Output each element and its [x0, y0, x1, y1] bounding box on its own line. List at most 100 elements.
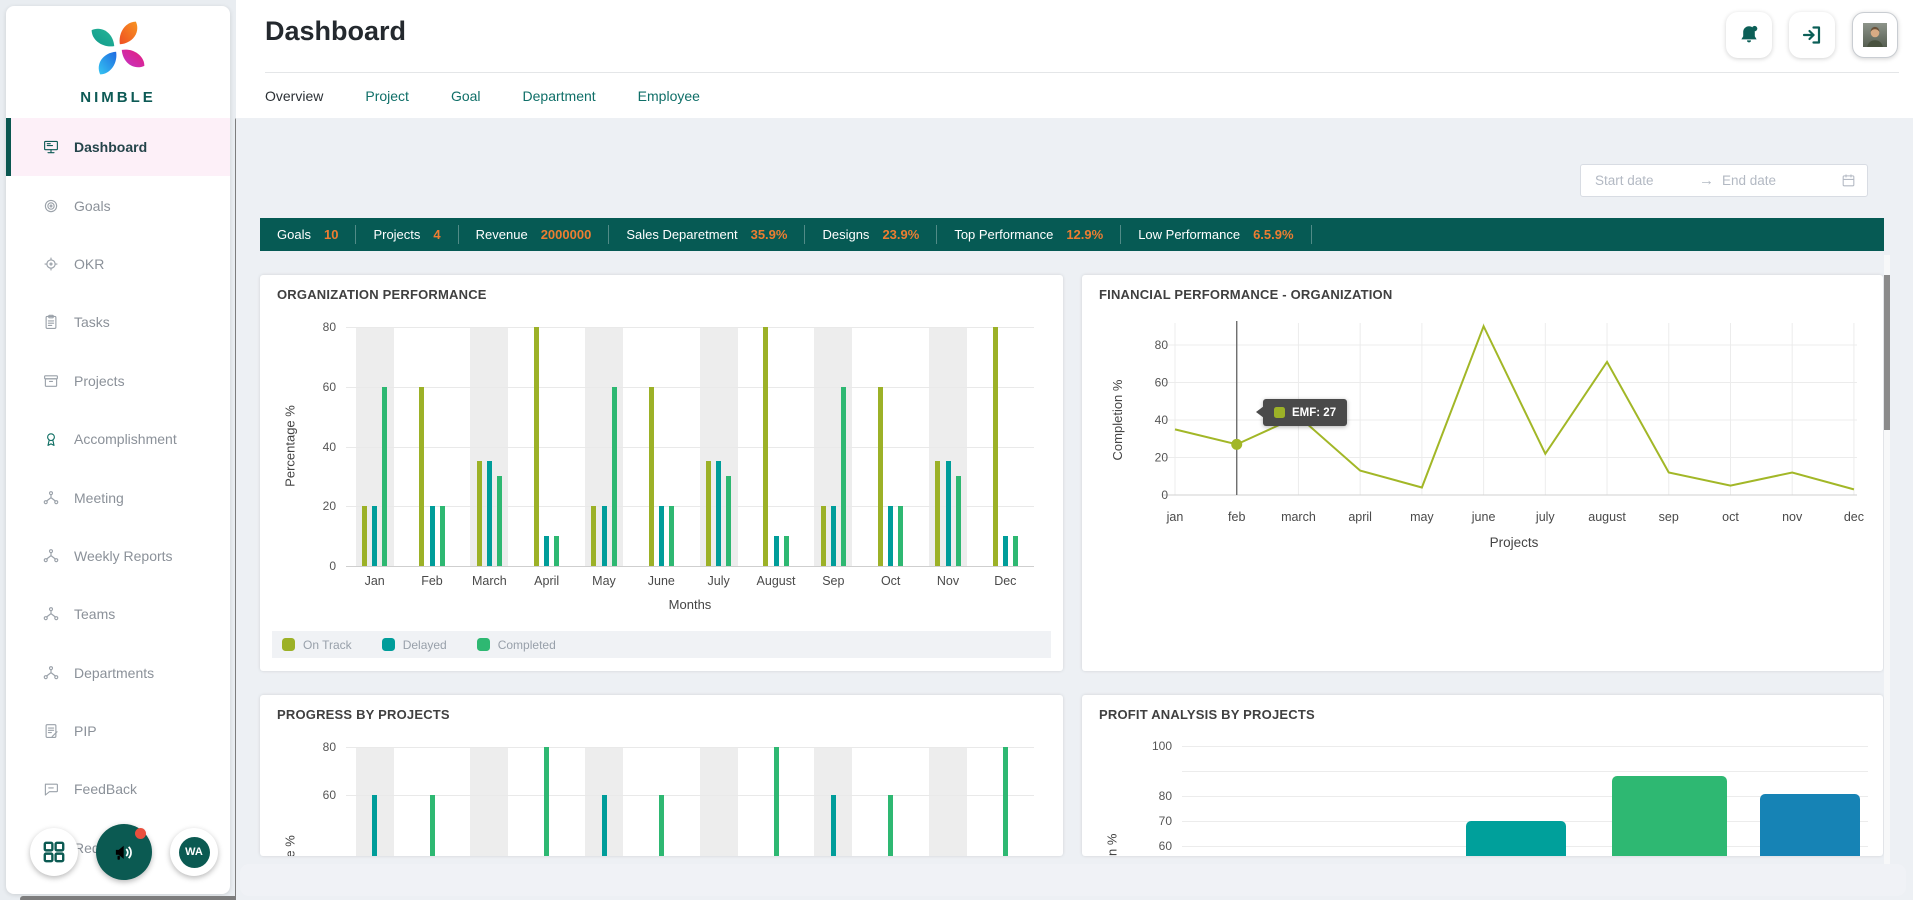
- sidebar-item-goals[interactable]: Goals: [6, 176, 230, 234]
- bar-on-track[interactable]: [419, 387, 424, 566]
- svg-text:may: may: [1410, 510, 1434, 524]
- bar-on-track[interactable]: [993, 327, 998, 566]
- bar-delayed[interactable]: [659, 506, 664, 566]
- svg-text:feb: feb: [1228, 510, 1245, 524]
- bar-delayed[interactable]: [831, 506, 836, 566]
- bar-on-track[interactable]: [821, 506, 826, 566]
- bar-completed[interactable]: [612, 387, 617, 566]
- bar-delayed[interactable]: [430, 506, 435, 566]
- legend-item-on-track[interactable]: On Track: [282, 638, 352, 652]
- svg-text:sep: sep: [1659, 510, 1679, 524]
- sign-in-button[interactable]: [1789, 12, 1835, 58]
- bar-delayed[interactable]: [831, 795, 836, 856]
- profit-bar[interactable]: [1760, 794, 1860, 857]
- bar-delayed[interactable]: [372, 795, 377, 856]
- bar-on-track[interactable]: [878, 387, 883, 566]
- sidebar-item-dashboard[interactable]: Dashboard: [6, 118, 230, 176]
- y-tick-label: 100: [1126, 739, 1172, 753]
- announcements-button[interactable]: [96, 824, 152, 880]
- bar-completed[interactable]: [669, 506, 674, 566]
- sidebar-item-teams[interactable]: Teams: [6, 585, 230, 643]
- start-date-input[interactable]: [1595, 173, 1699, 188]
- bar-completed[interactable]: [1013, 536, 1018, 566]
- bar-completed[interactable]: [1003, 747, 1008, 856]
- bar-on-track[interactable]: [649, 387, 654, 566]
- bar-delayed[interactable]: [1003, 536, 1008, 566]
- bar-on-track[interactable]: [362, 506, 367, 566]
- bar-completed[interactable]: [430, 795, 435, 856]
- svg-text:Projects: Projects: [1490, 535, 1539, 550]
- bar-completed[interactable]: [841, 387, 846, 566]
- stat-label: Projects: [373, 227, 420, 242]
- bar-delayed[interactable]: [946, 461, 951, 566]
- bar-on-track[interactable]: [534, 327, 539, 566]
- month-stripe: [929, 747, 967, 856]
- tab-goal[interactable]: Goal: [451, 82, 481, 110]
- x-tick-label: Nov: [919, 574, 976, 588]
- notifications-button[interactable]: [1726, 12, 1772, 58]
- main-scrollbar-thumb[interactable]: [1884, 275, 1890, 430]
- legend-item-completed[interactable]: Completed: [477, 638, 556, 652]
- profit-bar[interactable]: [1466, 821, 1566, 856]
- bar-delayed[interactable]: [774, 536, 779, 566]
- whatsapp-button[interactable]: WA: [170, 828, 218, 876]
- bar-completed[interactable]: [784, 536, 789, 566]
- bar-completed[interactable]: [382, 387, 387, 566]
- legend-item-delayed[interactable]: Delayed: [382, 638, 447, 652]
- tab-overview[interactable]: Overview: [265, 82, 323, 110]
- bar-on-track[interactable]: [706, 461, 711, 566]
- bar-delayed[interactable]: [544, 536, 549, 566]
- tab-project[interactable]: Project: [365, 82, 409, 110]
- tab-department[interactable]: Department: [523, 82, 596, 110]
- apps-launcher-button[interactable]: [30, 828, 78, 876]
- sidebar-item-okr[interactable]: OKR: [6, 235, 230, 293]
- bar-completed[interactable]: [898, 506, 903, 566]
- bar-on-track[interactable]: [477, 461, 482, 566]
- sidebar-item-pip[interactable]: PIP: [6, 702, 230, 760]
- bar-completed[interactable]: [554, 536, 559, 566]
- sidebar-item-tasks[interactable]: Tasks: [6, 293, 230, 351]
- bar-delayed[interactable]: [716, 461, 721, 566]
- sidebar-item-feedback[interactable]: FeedBack: [6, 760, 230, 818]
- sidebar: NIMBLE DashboardGoalsOKRTasksProjectsAcc…: [6, 6, 230, 894]
- bar-on-track[interactable]: [763, 327, 768, 566]
- projects-icon: [42, 372, 60, 390]
- calendar-icon[interactable]: [1840, 172, 1857, 189]
- bar-delayed[interactable]: [602, 795, 607, 856]
- okr-icon: [42, 255, 60, 273]
- bar-delayed[interactable]: [602, 506, 607, 566]
- svg-text:40: 40: [1155, 413, 1169, 427]
- tab-employee[interactable]: Employee: [638, 82, 700, 110]
- chart-tooltip: EMF: 27: [1263, 399, 1347, 426]
- bar-completed[interactable]: [659, 795, 664, 856]
- bar-on-track[interactable]: [591, 506, 596, 566]
- bar-on-track[interactable]: [935, 461, 940, 566]
- y-tick-label: 80: [290, 320, 336, 334]
- bottom-scrollbar-track[interactable]: [240, 864, 1906, 896]
- stat-sales-deparetment: Sales Deparetment35.9%: [609, 225, 805, 244]
- sidebar-horizontal-scrollbar[interactable]: [20, 896, 240, 900]
- sidebar-item-label: Projects: [74, 373, 125, 389]
- bar-delayed[interactable]: [487, 461, 492, 566]
- bar-completed[interactable]: [544, 747, 549, 856]
- sidebar-item-meeting[interactable]: Meeting: [6, 468, 230, 526]
- y-tick-label: 70: [1126, 814, 1172, 828]
- bar-completed[interactable]: [497, 476, 502, 566]
- bar-completed[interactable]: [888, 795, 893, 856]
- stat-label: Designs: [822, 227, 869, 242]
- sidebar-item-projects[interactable]: Projects: [6, 352, 230, 410]
- sidebar-item-departments[interactable]: Departments: [6, 644, 230, 702]
- bar-delayed[interactable]: [888, 506, 893, 566]
- sidebar-item-accomplishment[interactable]: Accomplishment: [6, 410, 230, 468]
- end-date-input[interactable]: [1722, 173, 1826, 188]
- stat-value: 35.9%: [751, 227, 788, 242]
- bar-completed[interactable]: [774, 747, 779, 856]
- bar-completed[interactable]: [726, 476, 731, 566]
- profit-bar[interactable]: [1612, 776, 1727, 856]
- bar-delayed[interactable]: [372, 506, 377, 566]
- sidebar-item-weekly-reports[interactable]: Weekly Reports: [6, 527, 230, 585]
- profile-avatar[interactable]: [1852, 12, 1898, 58]
- bar-completed[interactable]: [956, 476, 961, 566]
- bar-completed[interactable]: [440, 506, 445, 566]
- svg-text:nov: nov: [1782, 510, 1803, 524]
